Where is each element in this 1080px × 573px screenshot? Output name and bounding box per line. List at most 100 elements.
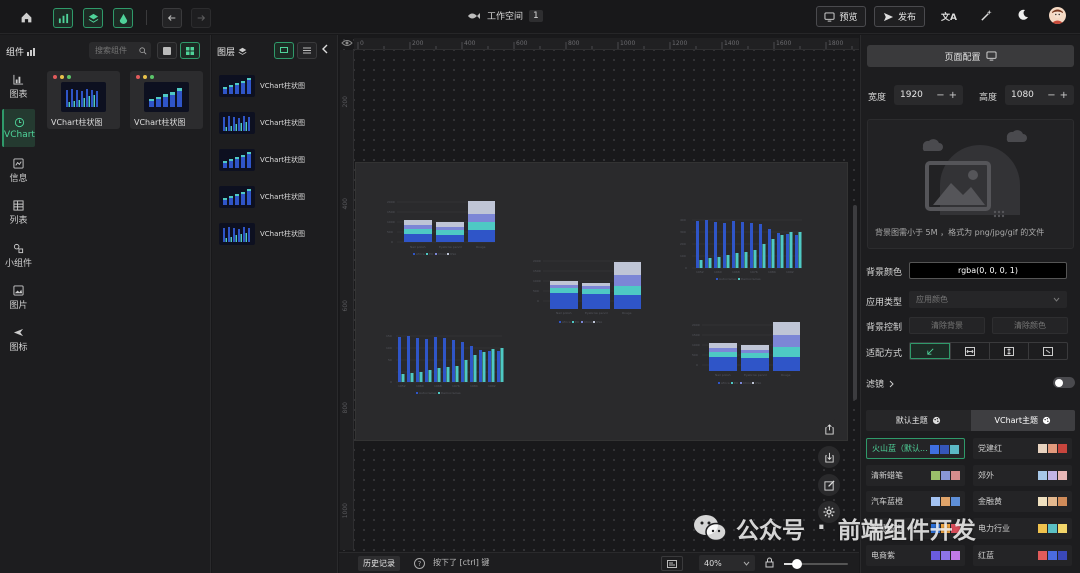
theme-item[interactable]: 清新蜡笔 — [866, 465, 965, 486]
theme-item[interactable]: 红蓝 — [973, 545, 1072, 566]
tab-vchart-theme[interactable]: VChart主题 — [970, 410, 1075, 431]
history-button[interactable]: 历史记录 — [358, 556, 400, 571]
preview-label: 预览 — [839, 13, 858, 23]
edit-button[interactable] — [818, 474, 840, 496]
ruler-tick-label: 1000 — [620, 40, 636, 47]
theme-mode-button[interactable] — [1017, 9, 1029, 24]
fit-mode-height[interactable] — [989, 343, 1028, 359]
svg-text:Africa: Africa — [721, 381, 730, 385]
clear-bg-button[interactable]: 清除背景 — [909, 317, 985, 334]
plus-icon[interactable]: + — [1060, 90, 1068, 101]
chart-toggle-button[interactable] — [53, 8, 73, 28]
publish-button[interactable]: 发布 — [874, 6, 925, 27]
single-column-view-button[interactable] — [157, 42, 177, 59]
undo-button[interactable] — [162, 8, 182, 28]
home-button[interactable] — [16, 7, 36, 27]
fit-mode-fit[interactable] — [910, 343, 950, 359]
filter-row[interactable]: 滤镜 — [866, 377, 895, 390]
page-config-header[interactable]: 页面配置 — [867, 45, 1074, 67]
wechat-icon — [694, 515, 727, 542]
moon-icon — [1018, 9, 1028, 20]
rail-item-image[interactable]: 图片 — [2, 279, 35, 317]
bg-image-upload[interactable]: 背景图需小于 5M ，格式为 png/jpg/gif 的文件 — [867, 119, 1074, 249]
minimap-button[interactable] — [661, 556, 683, 571]
rail-item-vchart[interactable]: VChart — [2, 109, 35, 147]
eye-toggle[interactable] — [341, 38, 353, 51]
send-icon — [883, 12, 894, 21]
layer-item[interactable]: VChart柱状图 — [219, 220, 311, 248]
lock-button[interactable] — [765, 557, 774, 571]
width-input[interactable]: 1920 − + — [894, 85, 963, 105]
bg-color-input[interactable]: rgba(0, 0, 0, 1) — [909, 262, 1067, 279]
magic-wand-button[interactable] — [980, 9, 993, 25]
component-search-input[interactable] — [95, 46, 135, 55]
rail-item-chart[interactable]: 图表 — [2, 68, 35, 106]
config-toggle-button[interactable] — [113, 8, 133, 28]
theme-item[interactable]: 郊外 — [973, 465, 1072, 486]
chart-widget-stacked-3[interactable]: 2000 1500 1000 500 0 Nail polish Eyebrow penc… — [688, 315, 808, 390]
component-card[interactable]: VChart柱状图 — [130, 71, 203, 129]
fit-mode-full[interactable] — [1028, 343, 1067, 359]
theme-swatches — [1038, 444, 1067, 453]
apply-type-select[interactable]: 应用颜色 — [909, 291, 1067, 308]
theme-swatches — [930, 445, 959, 454]
component-search[interactable] — [89, 42, 151, 59]
language-button[interactable]: 文A — [941, 10, 957, 23]
tab-default-theme[interactable]: 默认主题 — [866, 410, 971, 431]
svg-text:China: China — [743, 381, 752, 385]
rail-item-info[interactable]: 信息 — [2, 152, 35, 190]
layer-thumb-view-button[interactable] — [274, 42, 294, 59]
theme-item[interactable]: 党建红 — [973, 438, 1072, 459]
chart-widget-grouped-1[interactable]: 400 300 200 100 0 1952 1960 1968 1976 1984 1992 A… — [676, 208, 806, 286]
canvas-scrollbar[interactable] — [853, 205, 857, 400]
rail-item-list[interactable]: 列表 — [2, 194, 35, 232]
clear-color-button[interactable]: 清除颜色 — [992, 317, 1068, 334]
redo-button[interactable] — [191, 8, 211, 28]
minus-icon[interactable]: − — [936, 90, 944, 101]
layer-item[interactable]: VChart柱状图 — [219, 183, 311, 211]
export-button[interactable] — [818, 418, 840, 440]
collapse-panel-button[interactable] — [321, 44, 329, 57]
monitor-small-icon — [280, 47, 288, 53]
fullscreen-icon — [1043, 346, 1053, 356]
help-icon[interactable]: ? — [414, 558, 425, 569]
theme-name: 金融黄 — [978, 497, 1002, 506]
user-avatar[interactable] — [1049, 7, 1066, 24]
rail-item-widget[interactable]: 小组件 — [2, 237, 35, 275]
theme-item[interactable]: 电商紫 — [866, 545, 965, 566]
rail-item-icon[interactable]: 图标 — [2, 321, 35, 359]
filter-toggle[interactable] — [1053, 377, 1075, 388]
chart-widget-stacked-1[interactable]: 2000 1500 1000 500 0 Nail polish Eyebrow penc… — [383, 192, 503, 267]
minus-icon[interactable]: − — [1047, 90, 1055, 101]
zoom-slider[interactable] — [784, 559, 848, 569]
theme-item[interactable]: 火山蓝（默认... — [866, 438, 965, 459]
zoom-slider-handle[interactable] — [792, 559, 802, 569]
height-input[interactable]: 1080 − + — [1005, 85, 1074, 105]
preview-button[interactable]: 预览 — [816, 6, 866, 27]
theme-item[interactable]: 金融黄 — [973, 491, 1072, 512]
layer-item[interactable]: VChart柱状图 — [219, 109, 311, 137]
cloud-image-placeholder-icon — [922, 130, 1027, 218]
component-card-label: VChart柱状图 — [134, 118, 186, 127]
zoom-select[interactable]: 40% — [699, 555, 755, 571]
bar-chart-icon — [58, 13, 68, 23]
component-card[interactable]: VChart柱状图 — [47, 71, 120, 129]
layers-toggle-button[interactable] — [83, 8, 103, 28]
theme-name: 清新蜡笔 — [871, 471, 903, 480]
chart-widget-stacked-2[interactable]: 2000 1500 1000 500 0 Nail polish Eyebrow penc… — [529, 255, 649, 330]
fish-icon — [468, 12, 480, 19]
plus-icon[interactable]: + — [949, 90, 957, 101]
layer-list-view-button[interactable] — [297, 42, 317, 59]
ruler-tick-label: 1800 — [828, 40, 844, 47]
svg-text:1960: 1960 — [416, 384, 424, 388]
theme-item[interactable]: 汽车蓝橙 — [866, 491, 965, 512]
import-button[interactable] — [818, 446, 840, 468]
chart-widget-grouped-2[interactable]: 150 100 50 0 1952 1960 1968 1976 1984 1992 Autoc… — [384, 326, 506, 404]
layer-item[interactable]: VChart柱状图 — [219, 146, 311, 174]
fit-mode-width[interactable] — [950, 343, 989, 359]
theme-swatches — [1038, 497, 1067, 506]
ruler-tick-label: 1400 — [724, 40, 740, 47]
double-column-view-button[interactable] — [180, 42, 200, 59]
theme-item[interactable]: 电力行业 — [973, 518, 1072, 539]
layer-item[interactable]: VChart柱状图 — [219, 72, 311, 100]
